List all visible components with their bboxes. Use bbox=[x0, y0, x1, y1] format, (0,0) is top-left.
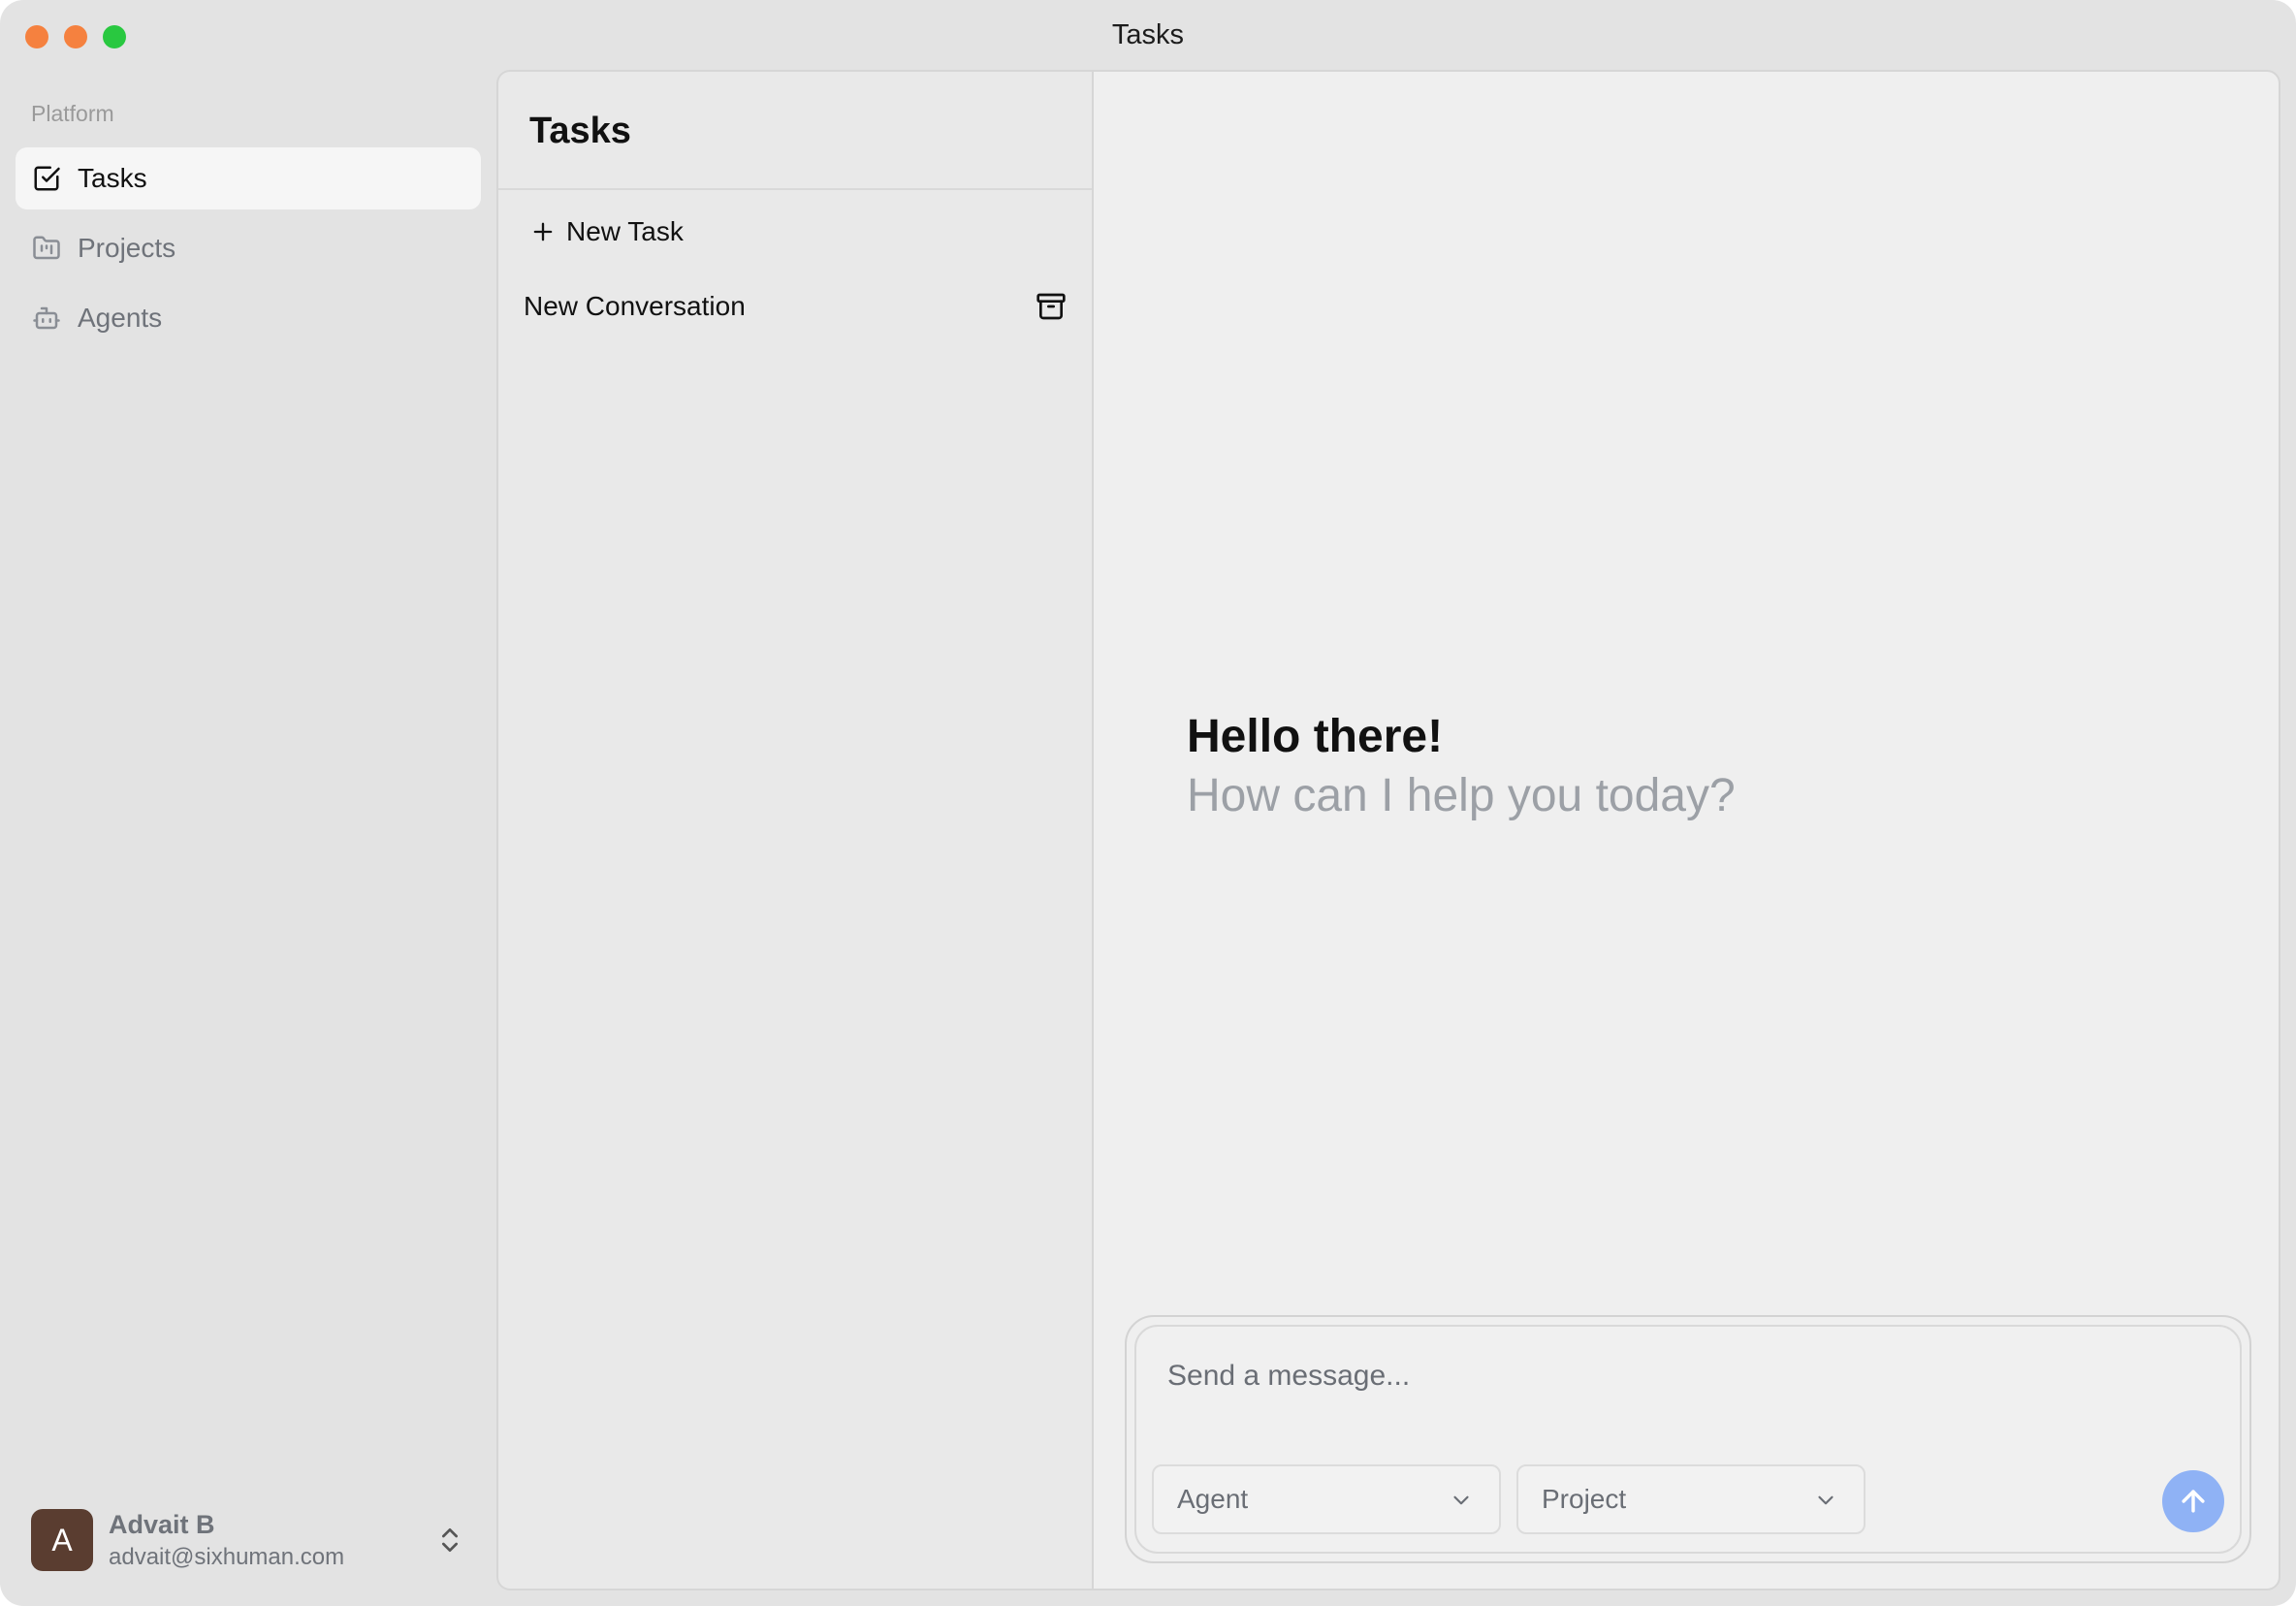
sidebar: Platform Tasks Projects Agents A Advait … bbox=[0, 70, 496, 1606]
chat-main-area: Hello there! How can I help you today? A… bbox=[1092, 70, 2280, 1590]
user-name: Advait B bbox=[109, 1509, 215, 1539]
greeting-subtitle: How can I help you today? bbox=[1187, 770, 1736, 821]
plus-icon bbox=[533, 222, 553, 241]
sidebar-item-label: Projects bbox=[78, 233, 176, 263]
tasks-panel-header: Tasks bbox=[498, 72, 1092, 190]
square-check-icon bbox=[31, 163, 62, 194]
greeting: Hello there! How can I help you today? bbox=[1187, 710, 1736, 822]
new-task-button[interactable]: New Task bbox=[524, 208, 689, 256]
sidebar-item-label: Tasks bbox=[78, 163, 147, 193]
archive-icon[interactable] bbox=[1036, 291, 1067, 322]
agent-select-value: Agent bbox=[1177, 1484, 1249, 1514]
message-composer: Agent Project bbox=[1125, 1315, 2251, 1563]
avatar: A bbox=[31, 1509, 93, 1571]
conversation-title: New Conversation bbox=[524, 291, 746, 321]
conversation-list-item[interactable]: New Conversation bbox=[514, 277, 1076, 336]
sidebar-section-label: Platform bbox=[31, 101, 114, 126]
window-title: Tasks bbox=[1111, 19, 1185, 50]
sidebar-item-projects[interactable]: Projects bbox=[16, 217, 481, 279]
project-select-value: Project bbox=[1542, 1484, 1627, 1514]
message-input[interactable] bbox=[1167, 1352, 2195, 1400]
app-window: Tasks Platform Tasks Projects Agents A A… bbox=[0, 0, 2296, 1606]
agent-select[interactable]: Agent bbox=[1152, 1464, 1501, 1534]
arrow-up-icon bbox=[2182, 1490, 2205, 1513]
chevrons-up-down-icon bbox=[442, 1528, 458, 1552]
user-email: advait@sixhuman.com bbox=[109, 1543, 345, 1570]
title-bar: Tasks bbox=[0, 0, 2296, 70]
user-account-menu[interactable]: A Advait B advait@sixhuman.com bbox=[16, 1501, 481, 1579]
sidebar-item-label: Agents bbox=[78, 303, 163, 333]
bot-icon bbox=[31, 303, 62, 334]
tasks-panel: Tasks New Task New Conversation bbox=[496, 70, 1092, 1590]
page-title: Tasks bbox=[529, 111, 631, 151]
new-task-label: New Task bbox=[566, 216, 684, 246]
greeting-title: Hello there! bbox=[1187, 711, 1444, 762]
composer-box: Agent Project bbox=[1134, 1325, 2242, 1554]
project-select[interactable]: Project bbox=[1516, 1464, 1866, 1534]
sidebar-item-agents[interactable]: Agents bbox=[16, 287, 481, 349]
chevron-down-icon bbox=[1453, 1495, 1469, 1505]
folder-kanban-icon bbox=[31, 233, 62, 264]
chevron-down-icon bbox=[1818, 1495, 1834, 1505]
sidebar-item-tasks[interactable]: Tasks bbox=[16, 147, 481, 209]
send-button[interactable] bbox=[2162, 1470, 2224, 1532]
